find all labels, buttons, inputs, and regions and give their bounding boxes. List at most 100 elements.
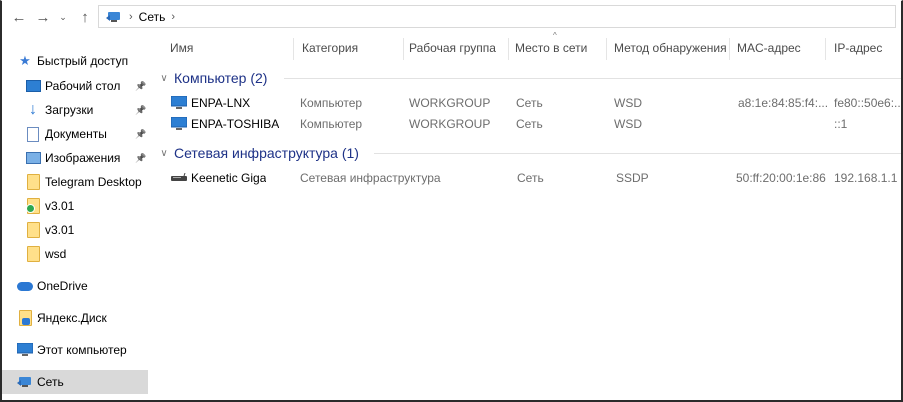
navigation-pane: ★ Быстрый доступ Рабочий стол 📌 ↓ Загруз… [2,34,150,398]
sidebar-item-v301[interactable]: v3.01 [2,218,148,242]
cloud-icon [16,278,34,294]
group-header-computers[interactable]: ∨ Компьютер (2) [156,67,901,89]
method-cell: WSD [614,117,642,131]
sidebar-item-label: Документы [45,127,107,141]
network-icon [106,11,120,22]
forward-button[interactable]: → [32,6,54,28]
sidebar-item-label: v3.01 [45,199,75,213]
navigation-bar: ← → ⌄ ↑ › Сеть › [0,0,901,34]
sidebar-item-label: Рабочий стол [45,79,121,93]
table-row[interactable]: Keenetic Giga Сетевая инфраструктура Сет… [156,168,901,189]
forward-arrow-icon: → [35,8,51,26]
sidebar-item-telegram-desktop[interactable]: Telegram Desktop [2,170,148,194]
sidebar-item-network[interactable]: Сеть [2,370,148,394]
category-cell: Сетевая инфраструктура [300,171,441,185]
sidebar-item-label: Этот компьютер [37,343,127,357]
table-row[interactable]: ENPA-TOSHIBA Компьютер WORKGROUP Сеть WS… [156,114,901,135]
pin-icon: 📌 [135,128,147,139]
sidebar-item-quick-access[interactable]: ★ Быстрый доступ [2,49,148,73]
workgroup-cell: WORKGROUP [409,96,491,110]
ip-cell: ::1 [834,117,848,131]
folder-icon [24,246,42,262]
name-cell: ENPA-TOSHIBA [170,117,279,131]
group-divider [284,78,901,79]
sidebar-item-desktop[interactable]: Рабочий стол 📌 [2,74,148,98]
column-header-label: Категория [302,41,359,55]
column-header-label: MAC-адрес [737,41,801,55]
sidebar-item-label: v3.01 [45,223,75,237]
network-icon [16,374,34,390]
sidebar-item-this-pc[interactable]: Этот компьютер [2,338,148,362]
folder-sync-icon [24,198,42,214]
table-row[interactable]: ENPA-LNX Компьютер WORKGROUP Сеть WSD a8… [156,93,901,114]
sidebar-item-label: Сеть [37,375,64,389]
pin-icon: 📌 [135,104,147,115]
column-header-label: Место в сети [515,41,588,55]
pin-icon: 📌 [135,80,147,91]
sidebar-item-label: Загрузки [45,103,94,117]
back-arrow-icon: ← [11,8,27,26]
category-cell: Компьютер [300,117,363,131]
sidebar-item-label: Быстрый доступ [37,54,129,68]
column-header-mac[interactable]: MAC-адрес [729,34,826,62]
sidebar-item-v301-synced[interactable]: v3.01 [2,194,148,218]
sidebar-item-pictures[interactable]: Изображения 📌 [2,146,148,170]
sidebar-item-yandex-disk[interactable]: Яндекс.Диск [2,306,148,330]
computer-icon [170,117,188,131]
column-header-ip[interactable]: IP-адрес [826,34,901,62]
method-cell: SSDP [616,171,649,185]
sidebar-item-label: Яндекс.Диск [37,311,107,325]
column-header-label: Имя [170,41,194,55]
column-header-location[interactable]: Место в сети [507,34,607,62]
ip-cell: 192.168.1.1 [834,171,898,185]
chevron-down-icon: ∨ [160,72,168,84]
back-button[interactable]: ← [8,6,30,28]
group-title: Компьютер (2) [174,70,268,86]
location-cell: Сеть [516,96,543,110]
sidebar-item-label: OneDrive [37,279,88,293]
folder-icon [24,174,42,190]
sidebar-item-wsd[interactable]: wsd [2,242,148,266]
group-header-network-infrastructure[interactable]: ∨ Сетевая инфраструктура (1) [156,142,901,164]
workgroup-cell: WORKGROUP [409,117,491,131]
router-icon [170,171,188,185]
sidebar-item-onedrive[interactable]: OneDrive [2,274,148,298]
breadcrumb-network[interactable]: Сеть [139,10,166,24]
sidebar-item-label: Telegram Desktop [45,175,142,189]
up-button[interactable]: ↑ [74,6,96,28]
pin-icon: 📌 [135,152,147,163]
device-name: ENPA-TOSHIBA [191,117,280,131]
sidebar-item-documents[interactable]: Документы 📌 [2,122,148,146]
chevron-down-icon: ⌄ [59,11,67,22]
group-divider [374,153,901,154]
downloads-icon: ↓ [29,101,37,118]
column-header-category[interactable]: Категория [294,34,404,62]
column-header-workgroup[interactable]: Рабочая группа [401,34,509,62]
breadcrumb-separator: › [129,10,133,23]
name-cell: ENPA-LNX [170,96,250,110]
device-name: ENPA-LNX [191,96,251,110]
star-icon: ★ [19,53,31,68]
documents-icon [24,126,42,142]
sidebar-item-downloads[interactable]: ↓ Загрузки 📌 [2,98,148,122]
column-header-discovery-method[interactable]: Метод обнаружения [606,34,730,62]
column-header-label: Рабочая группа [409,41,496,55]
category-cell: Компьютер [300,96,363,110]
computer-icon [16,342,34,358]
sidebar-item-label: wsd [45,247,67,261]
computer-icon [170,96,188,110]
column-header-name[interactable]: Имя [162,34,294,62]
mac-cell: a8:1e:84:85:f4:... [738,96,828,110]
recent-locations-button[interactable]: ⌄ [56,6,70,28]
ip-cell: fe80::50e6:... [834,96,901,110]
folder-icon [16,310,34,326]
name-cell: Keenetic Giga [170,171,266,185]
address-bar[interactable]: › Сеть › [98,5,896,28]
file-list-pane: ^ Имя Категория Рабочая группа Место в с… [156,31,901,398]
device-name: Keenetic Giga [191,171,267,185]
breadcrumb-separator[interactable]: › [171,11,175,23]
up-arrow-icon: ↑ [81,8,89,26]
column-header-label: IP-адрес [834,41,883,55]
location-cell: Сеть [516,117,543,131]
desktop-icon [24,78,42,94]
